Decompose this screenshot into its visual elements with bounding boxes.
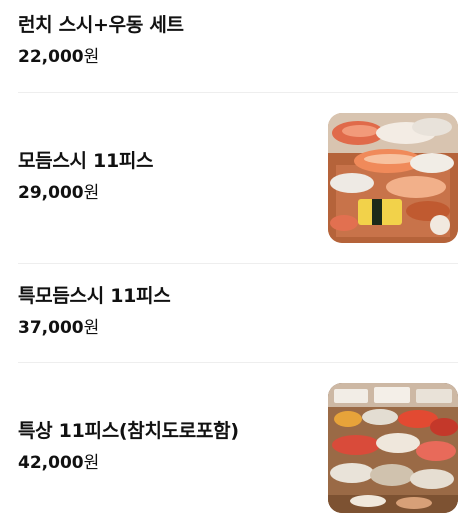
- menu-item-special-assorted-sushi[interactable]: 특모듬스시 11피스 37,000원: [18, 264, 458, 363]
- menu-item-text: 런치 스시+우동 세트 22,000원: [18, 13, 184, 68]
- menu-item-text: 모듬스시 11피스 29,000원: [18, 149, 154, 204]
- menu-list: 런치 스시+우동 세트 22,000원 모듬스시 11피스 29,000원 특모…: [0, 0, 470, 532]
- menu-item-name: 특상 11피스(참치도로포함): [18, 420, 239, 442]
- menu-item-name: 모듬스시 11피스: [18, 150, 154, 172]
- menu-item-price: 29,000원: [18, 182, 153, 204]
- menu-item-price: 42,000원: [18, 452, 239, 474]
- price-amount: 42,000: [18, 453, 84, 473]
- menu-item-name: 런치 스시+우동 세트: [18, 14, 184, 36]
- price-amount: 37,000: [18, 318, 84, 338]
- sushi-platter-image: [328, 113, 458, 243]
- menu-item-assorted-sushi[interactable]: 모듬스시 11피스 29,000원: [18, 93, 458, 264]
- menu-item-price: 37,000원: [18, 317, 170, 339]
- price-amount: 29,000: [18, 183, 84, 203]
- menu-item-lunch-set[interactable]: 런치 스시+우동 세트 22,000원: [18, 0, 458, 93]
- menu-item-premium-sushi[interactable]: 특상 11피스(참치도로포함) 42,000원: [18, 363, 458, 532]
- menu-item-price: 22,000원: [18, 46, 184, 68]
- price-currency: 원: [83, 453, 100, 473]
- price-currency: 원: [83, 47, 100, 67]
- price-currency: 원: [83, 183, 100, 203]
- price-amount: 22,000: [18, 47, 84, 67]
- premium-sushi-photo[interactable]: [328, 383, 458, 513]
- premium-sushi-image: [328, 383, 458, 513]
- menu-item-name: 특모듬스시 11피스: [18, 285, 171, 307]
- sushi-platter-photo[interactable]: [328, 113, 458, 243]
- price-currency: 원: [83, 318, 100, 338]
- menu-item-text: 특상 11피스(참치도로포함) 42,000원: [18, 419, 239, 474]
- menu-item-text: 특모듬스시 11피스 37,000원: [18, 284, 171, 339]
